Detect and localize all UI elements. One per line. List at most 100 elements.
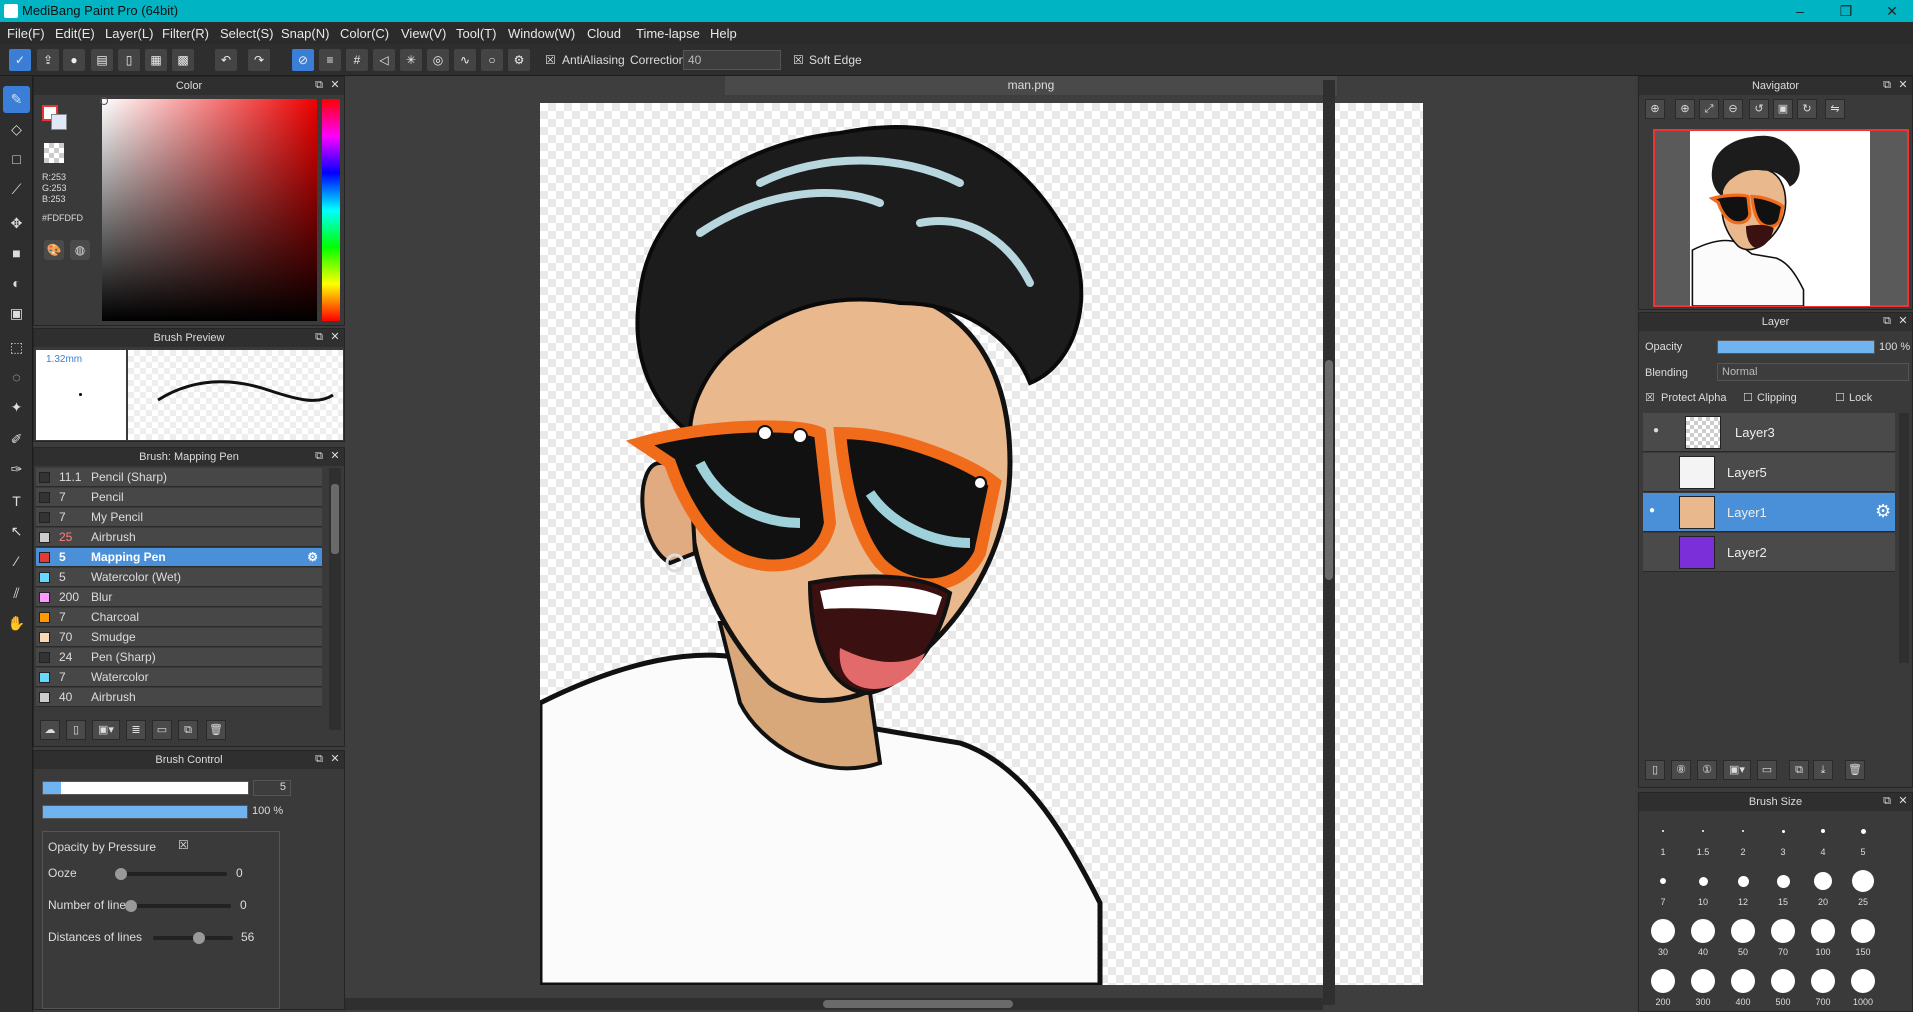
lines-knob[interactable] (125, 900, 137, 912)
brush-size-option[interactable]: 700 (1803, 967, 1843, 1007)
snap-circle-icon[interactable]: ◎ (427, 49, 449, 71)
duplicate-brush-icon[interactable]: ⧉ (178, 720, 198, 740)
distance-knob[interactable] (193, 932, 205, 944)
move-tool-icon[interactable]: ✥ (3, 210, 30, 237)
brush-size-option[interactable]: 7 (1643, 867, 1683, 907)
color-picker-cursor[interactable] (100, 97, 108, 105)
palette-icon[interactable]: 🎨 (44, 240, 64, 260)
saturation-value-picker[interactable] (102, 99, 317, 321)
brush-size-option[interactable]: 150 (1843, 917, 1883, 957)
visibility-eye-icon[interactable]: ● (1653, 425, 1659, 436)
close-panel-icon[interactable]: ✕ (328, 330, 342, 344)
zoom-in-icon[interactable]: ⊕ (1645, 99, 1665, 119)
lock-checkbox[interactable]: ☐ (1835, 391, 1845, 404)
shape-tool-icon[interactable]: □ (3, 146, 30, 173)
snap-ellipse-icon[interactable]: ○ (481, 49, 503, 71)
magic-wand-icon[interactable]: ✦ (3, 394, 30, 421)
document-canvas[interactable] (540, 103, 1423, 985)
brush-size-option[interactable]: 4 (1803, 817, 1843, 857)
close-panel-icon[interactable]: ✕ (328, 752, 342, 766)
brush-item[interactable]: 11.1 Pencil (Sharp) (36, 468, 322, 487)
layer-row-layer3[interactable]: ● Layer3 (1643, 413, 1895, 452)
zoom-in-2-icon[interactable]: ⊕ (1675, 99, 1695, 119)
menu-view[interactable]: View(V) (401, 26, 446, 41)
undo-icon[interactable]: ↶ (215, 49, 237, 71)
brush-item[interactable]: 7 Pencil (36, 488, 322, 507)
snap-radial-icon[interactable]: ✳ (400, 49, 422, 71)
lines-slider[interactable] (125, 900, 231, 912)
rotate-left-icon[interactable]: ↺ (1749, 99, 1769, 119)
brush-size-option[interactable]: 1000 (1843, 967, 1883, 1007)
brush-size-slider[interactable] (42, 781, 249, 795)
brush-size-value[interactable]: 5 (253, 780, 291, 796)
operation-tool-icon[interactable]: ↖ (3, 518, 30, 545)
layer-folder-icon[interactable]: ▭ (1757, 760, 1777, 780)
brush-folder-icon[interactable]: ▭ (152, 720, 172, 740)
brush-size-option[interactable]: 5 (1843, 817, 1883, 857)
menu-cloud[interactable]: Cloud (587, 26, 621, 41)
vertical-scrollbar[interactable] (1323, 80, 1335, 1005)
visibility-eye-icon[interactable]: ● (1649, 505, 1655, 516)
undock-icon[interactable]: ⧉ (1880, 78, 1894, 92)
brush-properties-icon[interactable]: ≣ (126, 720, 146, 740)
delete-brush-icon[interactable]: 🗑 (206, 720, 226, 740)
export-icon[interactable]: ⇪ (37, 49, 59, 71)
vertical-scroll-thumb[interactable] (1325, 360, 1333, 580)
scrollbar-thumb[interactable] (331, 484, 339, 554)
brush-size-option[interactable]: 15 (1763, 867, 1803, 907)
brush-size-option[interactable]: 50 (1723, 917, 1763, 957)
menu-help[interactable]: Help (710, 26, 737, 41)
menu-window[interactable]: Window(W) (508, 26, 575, 41)
close-panel-icon[interactable]: ✕ (1896, 78, 1910, 92)
add-layer-menu-icon[interactable]: ▣▾ (1723, 760, 1751, 780)
fit-window-icon[interactable]: ⤢ (1699, 99, 1719, 119)
brush-size-option[interactable]: 200 (1643, 967, 1683, 1007)
brush-item[interactable]: 24 Pen (Sharp) (36, 648, 322, 667)
undock-icon[interactable]: ⧉ (1880, 794, 1894, 808)
hue-slider[interactable] (322, 99, 340, 321)
menu-color[interactable]: Color(C) (340, 26, 389, 41)
brush-size-option[interactable]: 20 (1803, 867, 1843, 907)
comment-icon[interactable]: ● (63, 49, 85, 71)
antialiasing-checkbox[interactable]: ☒ (545, 53, 556, 67)
brush-size-option[interactable]: 1 (1643, 817, 1683, 857)
brush-size-option[interactable]: 70 (1763, 917, 1803, 957)
clipping-checkbox[interactable]: ☐ (1743, 391, 1753, 404)
brush-list-scrollbar[interactable] (329, 468, 341, 730)
menu-tool[interactable]: Tool(T) (456, 26, 496, 41)
cloud-brush-icon[interactable]: ☁ (40, 720, 60, 740)
close-panel-icon[interactable]: ✕ (1896, 314, 1910, 328)
divide-tool-icon[interactable]: ⫽ (3, 580, 30, 607)
snap-settings-icon[interactable]: ⚙ (508, 49, 530, 71)
brush-item[interactable]: 70 Smudge (36, 628, 322, 647)
brush-size-option[interactable]: 100 (1803, 917, 1843, 957)
brush-size-option[interactable]: 10 (1683, 867, 1723, 907)
undock-icon[interactable]: ⧉ (312, 752, 326, 766)
brush-size-option[interactable]: 1.5 (1683, 817, 1723, 857)
brush-size-option[interactable]: 40 (1683, 917, 1723, 957)
secondary-color-swatch[interactable] (51, 114, 67, 130)
correction-select[interactable]: 40 (683, 50, 781, 70)
bucket-tool-icon[interactable]: ◐ (3, 270, 30, 297)
add-brush-icon[interactable]: ▣▾ (92, 720, 120, 740)
new-layer-icon[interactable]: ▯ (1645, 760, 1665, 780)
flip-icon[interactable]: ⇋ (1825, 99, 1845, 119)
snap-off-icon[interactable]: ⊘ (292, 49, 314, 71)
new-brush-icon[interactable]: ▯ (66, 720, 86, 740)
brush-item[interactable]: 5 Watercolor (Wet) (36, 568, 322, 587)
brush-size-option[interactable]: 2 (1723, 817, 1763, 857)
blending-select[interactable]: Normal (1717, 363, 1909, 381)
speech-bubble-icon[interactable]: ▤ (91, 49, 113, 71)
brush-item[interactable]: 5 Mapping Pen ⚙ (36, 548, 322, 567)
soft-edge-checkbox[interactable]: ☒ (793, 53, 804, 67)
line-tool-icon[interactable]: ⟋ (3, 176, 30, 203)
brush-item[interactable]: 7 Charcoal (36, 608, 322, 627)
brush-item[interactable]: 25 Airbrush (36, 528, 322, 547)
brush-size-option[interactable]: 300 (1683, 967, 1723, 1007)
menu-filter[interactable]: Filter(R) (162, 26, 209, 41)
ooze-knob[interactable] (115, 868, 127, 880)
snap-parallel-icon[interactable]: ≡ (319, 49, 341, 71)
brush-size-option[interactable]: 30 (1643, 917, 1683, 957)
snap-curve-icon[interactable]: ∿ (454, 49, 476, 71)
layer-row-layer2[interactable]: Layer2 (1643, 533, 1895, 572)
